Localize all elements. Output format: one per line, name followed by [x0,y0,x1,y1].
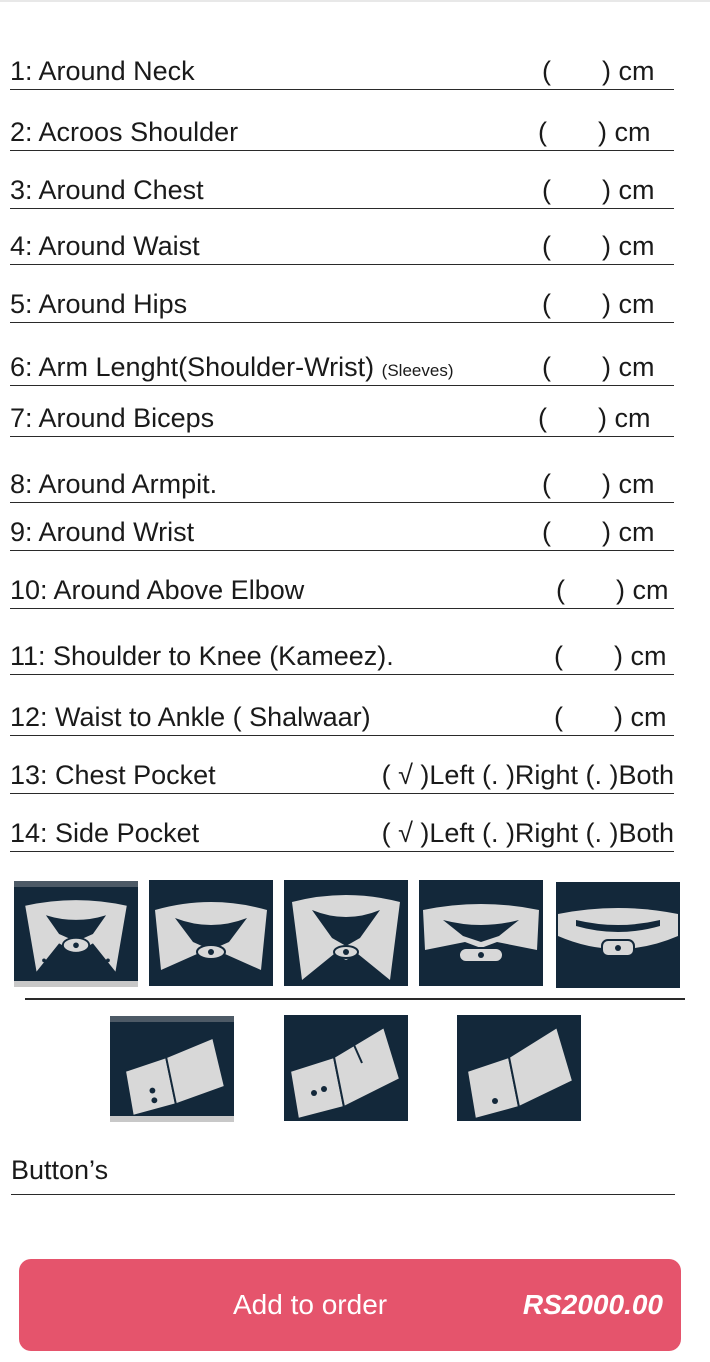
measurement-label: 9: Around Wrist [10,517,195,547]
paren-close: ) [616,575,625,605]
paren-open: ( [542,231,551,261]
paren-close: ) [602,352,611,382]
measurement-label: 12: Waist to Ankle ( Shalwaar) [10,702,371,732]
add-to-order-button[interactable]: Add to order RS2000.00 [19,1259,681,1351]
measurement-row[interactable]: 1: Around Neck ( ) cm [10,56,674,90]
measurement-label: 6: Arm Lenght(Shoulder-Wrist) (Sleeves) [10,352,453,386]
measurement-row[interactable]: 5: Around Hips ( ) cm [10,289,674,323]
paren-open: ( [542,352,551,382]
unit-label: cm [618,231,655,261]
paren-open: ( [538,117,547,147]
paren-open: ( [554,641,563,671]
measurement-label: 1: Around Neck [10,56,195,86]
paren-open: ( [554,702,563,732]
pocket-row[interactable]: 14: Side Pocket ( √ )Left (. )Right (. )… [10,818,674,852]
paren-close: ) [602,289,611,319]
unit-label: cm [614,117,651,147]
measurement-label: 5: Around Hips [10,289,188,319]
paren-close: ) [602,56,611,86]
paren-open: ( [542,469,551,499]
measurement-label: 11: Shoulder to Knee (Kameez). [10,641,394,671]
measurement-label-text: 6: Arm Lenght(Shoulder-Wrist) [10,352,375,382]
unit-label: cm [618,56,655,86]
paren-close: ) [614,641,623,671]
measurement-label: 2: Acroos Shoulder [10,117,239,147]
paren-close: ) [598,117,607,147]
paren-open: ( [542,175,551,205]
cuff-style-1-shape [123,1036,227,1116]
cuff-style-3-icon[interactable] [457,1015,581,1121]
paren-open: ( [538,403,547,433]
collar-style-2-shape [155,902,267,970]
unit-label: cm [618,469,655,499]
unit-label: cm [632,575,669,605]
section-divider [25,998,685,1000]
measurement-label: 8: Around Armpit. [10,469,218,499]
measurement-row[interactable]: 10: Around Above Elbow ( ) cm [10,575,674,609]
measurement-row[interactable]: 8: Around Armpit. ( ) cm [10,469,674,503]
paren-close: ) [602,469,611,499]
collar-style-4-shape [423,904,539,963]
paren-open: ( [556,575,565,605]
unit-label: cm [630,641,667,671]
measurement-label: 3: Around Chest [10,175,204,205]
measurement-row[interactable]: 2: Acroos Shoulder ( ) cm [10,117,674,151]
collar-style-1-icon[interactable] [14,881,138,987]
measurement-row[interactable]: 12: Waist to Ankle ( Shalwaar) ( ) cm [10,702,674,736]
paren-close: ) [602,175,611,205]
paren-close: ) [602,517,611,547]
measurement-label: 4: Around Waist [10,231,200,261]
measurement-row[interactable]: 4: Around Waist ( ) cm [10,231,674,265]
order-price: RS2000.00 [522,1289,663,1320]
collar-style-4-icon[interactable] [419,880,543,986]
collar-style-3-icon[interactable] [284,880,408,986]
measurement-row[interactable]: 6: Arm Lenght(Shoulder-Wrist) (Sleeves) … [10,352,674,386]
unit-label: cm [618,289,655,319]
cuff-style-3-shape [465,1025,575,1121]
collar-style-3-shape [292,895,400,980]
paren-open: ( [542,56,551,86]
unit-label: cm [618,175,655,205]
paren-close: ) [598,403,607,433]
pocket-row[interactable]: 13: Chest Pocket ( √ )Left (. )Right (. … [10,760,674,794]
cuff-style-2-icon[interactable] [284,1015,408,1121]
unit-label: cm [630,702,667,732]
pocket-label: 14: Side Pocket [10,818,200,848]
unit-label: cm [614,403,651,433]
measurement-label: 7: Around Biceps [10,403,215,433]
paren-open: ( [542,517,551,547]
pocket-options[interactable]: ( √ )Left (. )Right (. )Both [382,818,674,848]
top-divider [0,0,710,2]
pocket-options[interactable]: ( √ )Left (. )Right (. )Both [382,760,674,790]
add-to-order-label: Add to order [233,1289,388,1320]
collar-style-1-shape [25,900,127,972]
pocket-label: 13: Chest Pocket [10,760,216,790]
measurement-row[interactable]: 3: Around Chest ( ) cm [10,175,674,209]
collar-style-5-shape [558,908,678,957]
collar-style-2-icon[interactable] [149,880,273,986]
unit-label: cm [618,517,655,547]
collar-style-5-icon[interactable] [556,882,680,988]
buttons-label: Button’s [11,1155,675,1195]
measurement-row[interactable]: 9: Around Wrist ( ) cm [10,517,674,551]
unit-label: cm [618,352,655,382]
measurement-row[interactable]: 11: Shoulder to Knee (Kameez). ( ) cm [10,641,674,675]
measurement-row[interactable]: 7: Around Biceps ( ) cm [10,403,674,437]
sleeves-note: (Sleeves) [381,361,454,380]
cuff-style-2-shape [288,1025,402,1121]
measurement-label: 10: Around Above Elbow [10,575,305,605]
paren-open: ( [542,289,551,319]
paren-close: ) [602,231,611,261]
cuff-style-1-icon[interactable] [110,1016,234,1122]
paren-close: ) [614,702,623,732]
